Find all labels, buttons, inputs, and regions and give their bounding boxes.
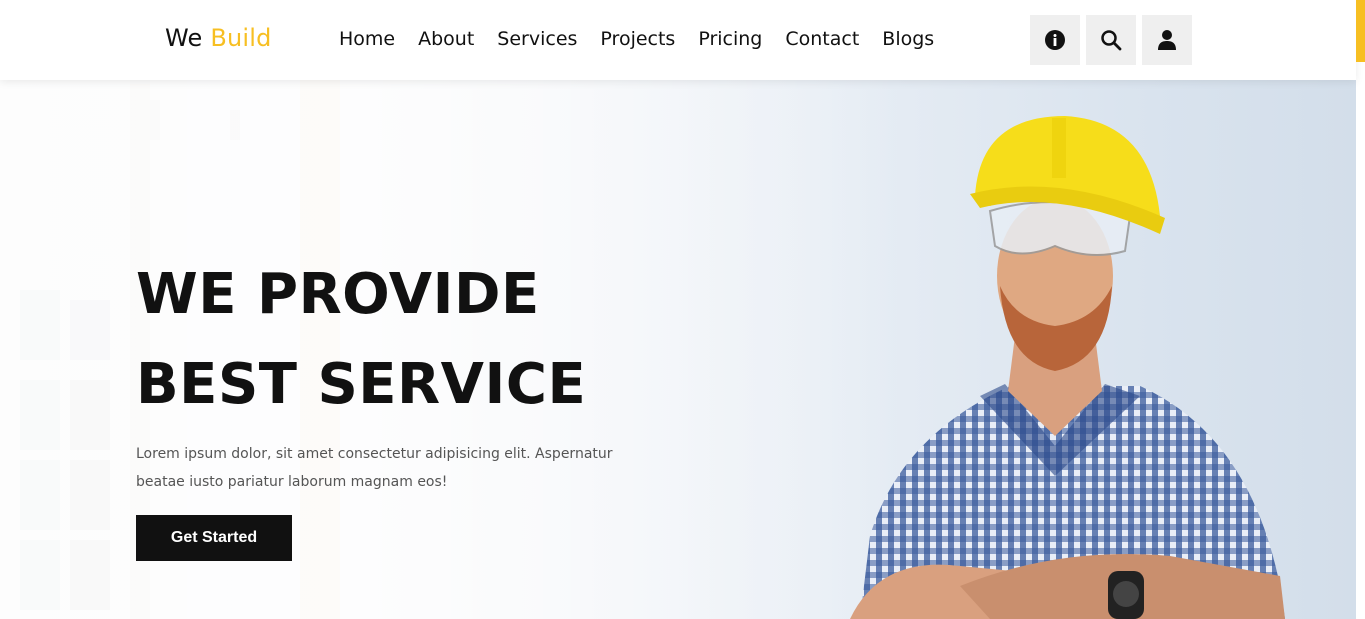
search-icon bbox=[1100, 29, 1122, 51]
construction-worker-image bbox=[850, 116, 1285, 619]
account-button[interactable] bbox=[1142, 15, 1192, 65]
scrollbar-thumb[interactable] bbox=[1356, 0, 1365, 62]
info-icon bbox=[1044, 29, 1066, 51]
logo-text: We bbox=[165, 24, 203, 52]
nav-blogs[interactable]: Blogs bbox=[882, 28, 934, 50]
hero-overlay bbox=[0, 80, 900, 619]
main-nav: Home About Services Projects Pricing Con… bbox=[339, 28, 934, 50]
logo[interactable]: We Build bbox=[165, 24, 272, 52]
hero-title-line1: WE PROVIDE bbox=[136, 262, 540, 327]
hero-description: Lorem ipsum dolor, sit amet consectetur … bbox=[136, 446, 613, 490]
nav-contact[interactable]: Contact bbox=[785, 28, 859, 50]
nav-services[interactable]: Services bbox=[497, 28, 577, 50]
info-button[interactable] bbox=[1030, 15, 1080, 65]
nav-projects[interactable]: Projects bbox=[600, 28, 675, 50]
logo-accent-text: Build bbox=[210, 24, 272, 52]
nav-home[interactable]: Home bbox=[339, 28, 395, 50]
search-button[interactable] bbox=[1086, 15, 1136, 65]
site-header: We Build Home About Services Projects Pr… bbox=[0, 0, 1356, 80]
hero-section: WE PROVIDE BEST SERVICE Lorem ipsum dolo… bbox=[0, 80, 1356, 619]
nav-about[interactable]: About bbox=[418, 28, 474, 50]
user-icon bbox=[1157, 29, 1177, 51]
get-started-button[interactable]: Get Started bbox=[136, 515, 292, 561]
nav-pricing[interactable]: Pricing bbox=[698, 28, 762, 50]
hero-title-line2: BEST SERVICE bbox=[136, 352, 587, 417]
